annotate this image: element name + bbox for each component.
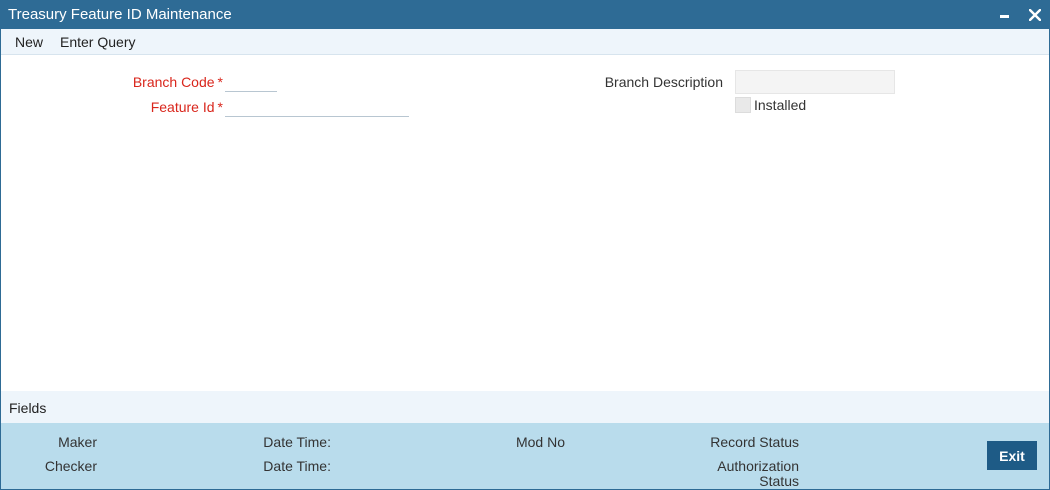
- authorization-status-label-line1: Authorization: [717, 458, 799, 474]
- window-title: Treasury Feature ID Maintenance: [8, 6, 232, 23]
- enter-query-menu-item[interactable]: Enter Query: [60, 34, 135, 50]
- title-bar: Treasury Feature ID Maintenance: [1, 1, 1049, 29]
- minimize-icon: [1000, 15, 1009, 18]
- required-marker: *: [217, 74, 223, 90]
- feature-id-label: Feature Id *: [101, 99, 223, 115]
- installed-checkbox[interactable]: [735, 97, 751, 113]
- feature-id-label-text: Feature Id: [150, 99, 215, 115]
- branch-code-label: Branch Code *: [101, 74, 223, 90]
- exit-button[interactable]: Exit: [987, 441, 1037, 470]
- mod-no-label: Mod No: [515, 434, 565, 450]
- authorization-status-label-line2: Status: [759, 473, 799, 489]
- close-icon: [1029, 9, 1041, 21]
- new-menu-item[interactable]: New: [15, 34, 43, 50]
- branch-code-input[interactable]: [225, 71, 277, 92]
- installed-label: Installed: [754, 97, 807, 113]
- branch-description-input[interactable]: [735, 70, 895, 94]
- maker-label: Maker: [58, 434, 97, 450]
- checker-datetime-label: Date Time:: [263, 458, 331, 474]
- branch-description-label: Branch Description: [604, 74, 723, 90]
- maintenance-window: Treasury Feature ID Maintenance New Ente…: [0, 0, 1050, 490]
- menu-bar: New Enter Query: [1, 29, 1049, 55]
- close-button[interactable]: [1025, 5, 1045, 25]
- fields-link[interactable]: Fields: [9, 400, 46, 416]
- branch-code-label-text: Branch Code: [132, 74, 215, 90]
- record-status-label: Record Status: [710, 434, 799, 450]
- audit-panel: Maker Checker Date Time: Date Time: Mod …: [1, 423, 1049, 489]
- minimize-button[interactable]: [995, 5, 1015, 25]
- checker-label: Checker: [44, 458, 97, 474]
- maker-datetime-label: Date Time:: [263, 434, 331, 450]
- feature-id-input[interactable]: [225, 96, 409, 117]
- fields-bar: Fields: [1, 391, 1049, 423]
- required-marker: *: [217, 99, 223, 115]
